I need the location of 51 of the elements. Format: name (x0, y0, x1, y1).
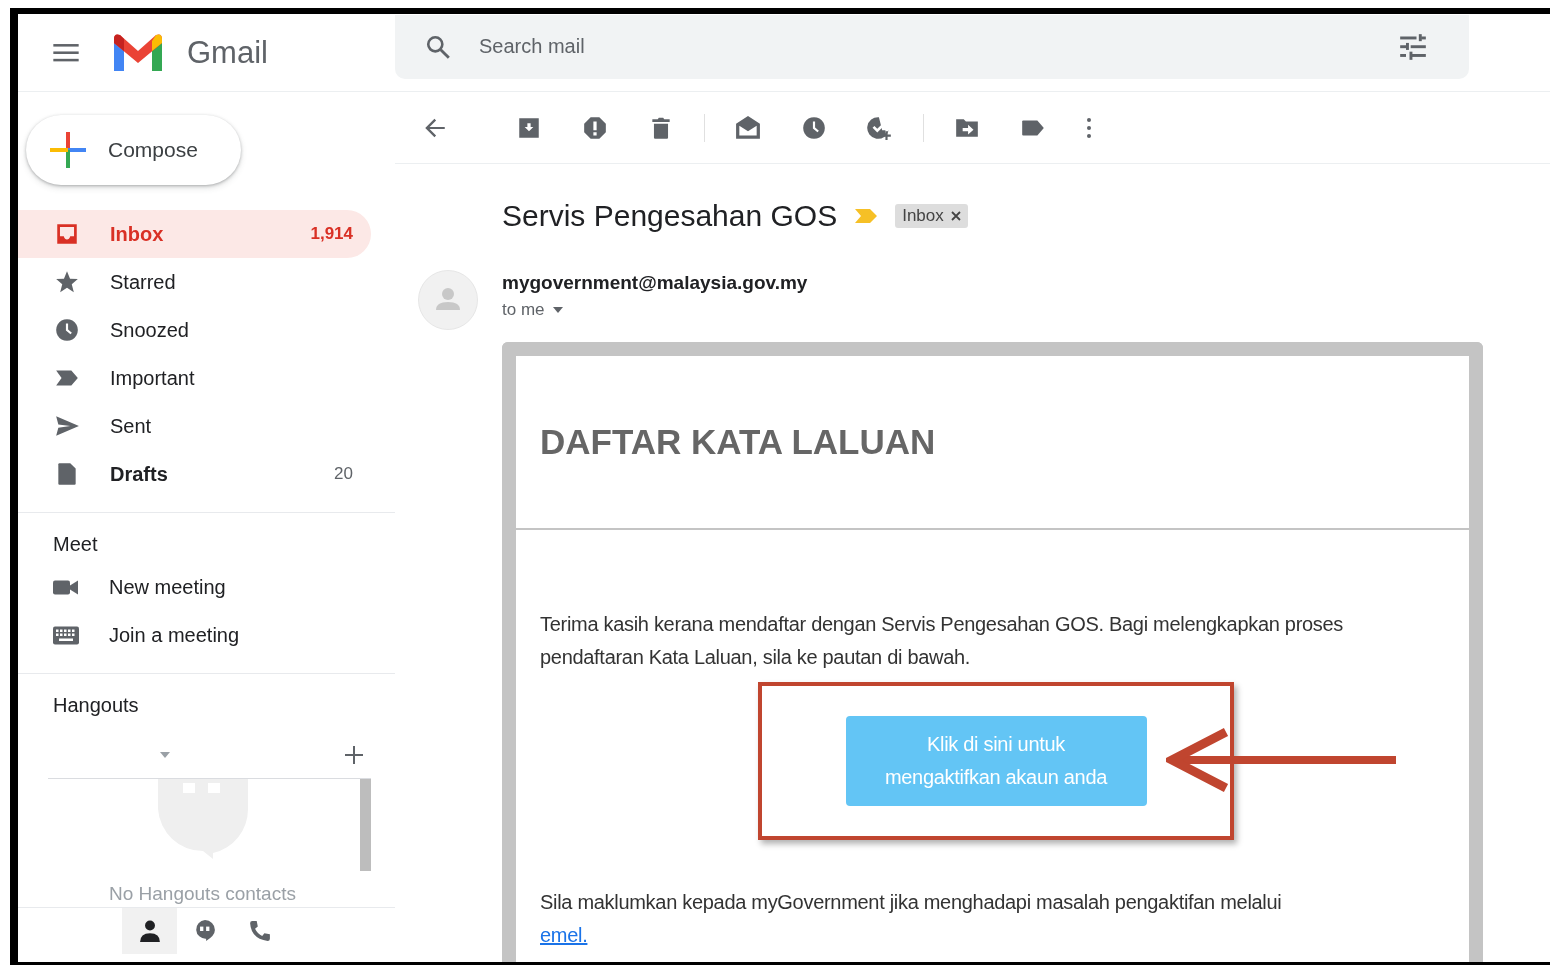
close-icon[interactable] (950, 211, 961, 221)
more-vertical-icon[interactable] (1086, 115, 1092, 141)
label-chip: Inbox (895, 204, 968, 228)
app-name: Gmail (187, 34, 268, 71)
gmail-logo-icon (112, 32, 164, 73)
unread-count: 20 (334, 464, 353, 484)
compose-button[interactable]: Compose (26, 115, 241, 185)
nav-item[interactable]: Important (18, 354, 371, 402)
recipient-dropdown[interactable]: to me (502, 300, 808, 320)
sender-address: mygovernment@malaysia.gov.my (502, 272, 808, 294)
speech-bubble-icon (158, 779, 248, 859)
person-icon (138, 920, 161, 942)
filter-sliders-icon[interactable] (1399, 32, 1427, 61)
email-link[interactable]: emel. (540, 924, 588, 946)
menu-icon[interactable] (53, 43, 79, 62)
email-heading: DAFTAR KATA LALUAN (540, 422, 936, 462)
email-footer-text: Sila maklumkan kepada myGovernment jika menghadapi masalah pengaktifan melalui (540, 891, 1282, 913)
nav-item[interactable]: Snoozed (18, 306, 371, 354)
nav-item[interactable]: Inbox 1,914 (18, 210, 371, 258)
meet-item[interactable]: Join a meeting (18, 611, 395, 659)
nav-item[interactable]: Drafts 20 (18, 450, 371, 498)
search-field[interactable]: Search mail (395, 14, 1469, 79)
unread-count: 1,914 (310, 224, 353, 244)
email-paragraph: Terima kasih kerana mendaftar dengan Servis Pengesahan GOS. Bagi melengkapkan proses pendaftaran Kata Laluan, sila ke pautan di bawah. (540, 612, 1345, 670)
section-title: Meet (52, 532, 99, 557)
hangouts-tab[interactable] (122, 908, 177, 954)
clock-icon (54, 317, 80, 343)
dropdown-caret-icon[interactable] (160, 752, 170, 758)
importance-marker-icon[interactable] (855, 207, 880, 225)
email-subject: Servis Pengesahan GOS (502, 199, 838, 233)
section-title: Hangouts (52, 693, 140, 718)
star-icon (54, 269, 80, 295)
caret-icon (552, 307, 563, 313)
meet-item[interactable]: New meeting (18, 563, 395, 611)
alert-icon[interactable] (582, 115, 608, 141)
plus-icon (50, 132, 86, 168)
nav-item[interactable]: Starred (18, 258, 371, 306)
phone-icon (248, 920, 271, 942)
open-envelope-icon[interactable] (735, 115, 761, 141)
keyboard-icon (53, 625, 79, 645)
send-icon (54, 413, 80, 439)
archive-icon[interactable] (516, 115, 542, 141)
avatar-icon (418, 270, 478, 330)
add-task-icon[interactable] (867, 115, 893, 141)
add-icon[interactable] (345, 746, 363, 764)
nav-item[interactable]: Sent (18, 402, 371, 450)
scrollbar[interactable] (360, 779, 371, 871)
clock-icon[interactable] (801, 115, 827, 141)
search-icon[interactable] (425, 33, 451, 60)
inbox-tray-icon (54, 221, 80, 247)
quote-bubble-icon (193, 920, 216, 942)
